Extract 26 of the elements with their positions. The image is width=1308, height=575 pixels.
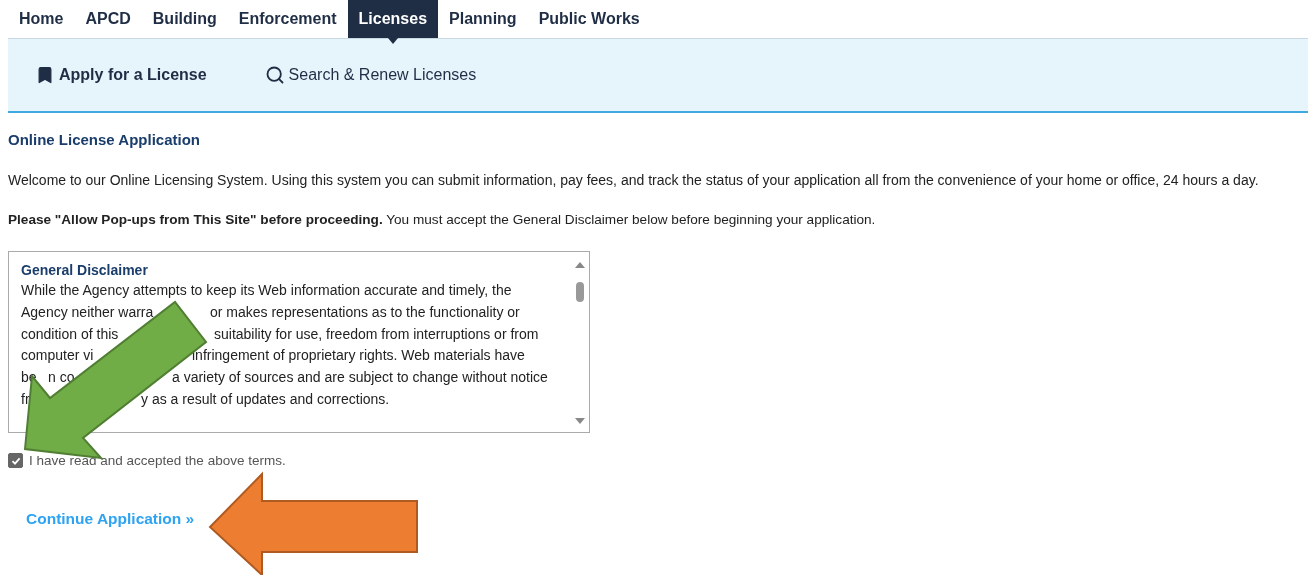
subnav-link[interactable]: Search & Renew Licenses (288, 66, 477, 84)
nav-tab[interactable]: Public Works (527, 0, 651, 38)
nav-tab[interactable]: Building (141, 0, 228, 38)
disclaimer-text: a variety of sources and are subject to change without notice (172, 368, 548, 388)
subnav-link[interactable]: Apply for a License (59, 66, 207, 84)
nav-tab[interactable]: Home (8, 0, 75, 38)
disclaimer-text: computer vi (21, 346, 94, 366)
disclaimer-text: or makes representations as to the functionality or (210, 302, 520, 322)
checkbox-label: I have read and accepted the above terms. (29, 453, 286, 468)
page-heading: Online License Application (8, 131, 201, 148)
accept-checkbox[interactable] (8, 453, 23, 468)
disclaimer-text: condition of this (21, 324, 119, 344)
disclaimer-text: infringement of proprietary rights. Web materials have (192, 346, 525, 366)
disclaimer-title: General Disclaimer (21, 262, 149, 278)
nav-tab[interactable]: APCD (74, 0, 142, 38)
nav-tab[interactable]: Planning (438, 0, 528, 38)
disclaimer-text: suitability for use, freedom from interruptions or from (214, 324, 539, 344)
search-icon (264, 65, 285, 85)
disclaimer-text: While the Agency attempts to keep its Web information accurate and timely, the (21, 281, 512, 300)
notice-text: Please "Allow Pop-ups from This Site" before proceeding. You must accept the General Disclaimer below before beginning your application. (8, 212, 877, 227)
check-icon (10, 455, 21, 466)
intro-text: Welcome to our Online Licensing System. Using this system you can submit information, pay fees, and track the status of your application all from the convenience of your home or office, 24 hours a day. (8, 172, 1260, 188)
disclaimer-text: y as a result of updates and corrections. (141, 390, 390, 409)
nav-tab[interactable]: Licenses (347, 0, 439, 38)
nav-tab[interactable]: Enforcement (227, 0, 348, 38)
disclaimer-text: Agency neither warra (21, 302, 154, 322)
